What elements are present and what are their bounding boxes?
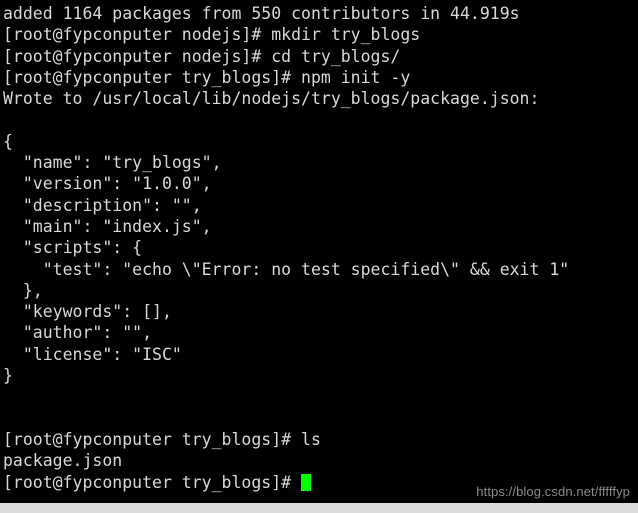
terminal-output: added 1164 packages from 550 contributor… [3,3,638,472]
terminal-screenshot: added 1164 packages from 550 contributor… [0,0,638,513]
terminal-line-json-scripts-close: }, [3,280,43,300]
terminal-line-json-version: "version": "1.0.0", [3,174,212,194]
terminal-line-cmd-cd: [root@fypconputer nodejs]# cd try_blogs/ [3,46,401,66]
terminal-line-cmd-mkdir: [root@fypconputer nodejs]# mkdir try_blo… [3,25,421,45]
terminal-line-blank-1 [3,109,638,130]
terminal-line-json-name: "name": "try_blogs", [3,153,222,173]
terminal-line-blank-3 [3,408,638,429]
text-cursor [301,473,312,491]
active-prompt-text: [root@fypconputer try_blogs]# [3,472,302,492]
terminal-line-blank-2 [3,386,638,407]
terminal-line-json-description: "description": "", [3,195,202,215]
terminal-line-json-keywords: "keywords": [], [3,302,172,322]
terminal-line-cmd-npm-init: [root@fypconputer try_blogs]# npm init -… [3,67,411,87]
terminal-line-json-license: "license": "ISC" [3,344,182,364]
terminal-line-ls-output: package.json [3,451,123,471]
terminal-line-json-open-brace: { [3,131,13,151]
terminal-line-json-scripts-test: "test": "echo \"Error: no test specified… [3,259,570,279]
terminal-line-json-author: "author": "", [3,323,153,343]
terminal-line-json-main: "main": "index.js", [3,216,212,236]
terminal-line-wrote-to-path: Wrote to /usr/local/lib/nodejs/try_blogs… [3,89,540,109]
terminal-window[interactable]: added 1164 packages from 550 contributor… [0,0,638,503]
bottom-strip [0,503,638,513]
terminal-line-json-close-brace: } [3,366,13,386]
terminal-line-cmd-ls: [root@fypconputer try_blogs]# ls [3,429,321,449]
csdn-watermark: https://blog.csdn.net/fffffyp [476,484,630,499]
terminal-line-npm-install-summary: added 1164 packages from 550 contributor… [3,4,520,23]
terminal-line-json-scripts-open: "scripts": { [3,238,143,258]
